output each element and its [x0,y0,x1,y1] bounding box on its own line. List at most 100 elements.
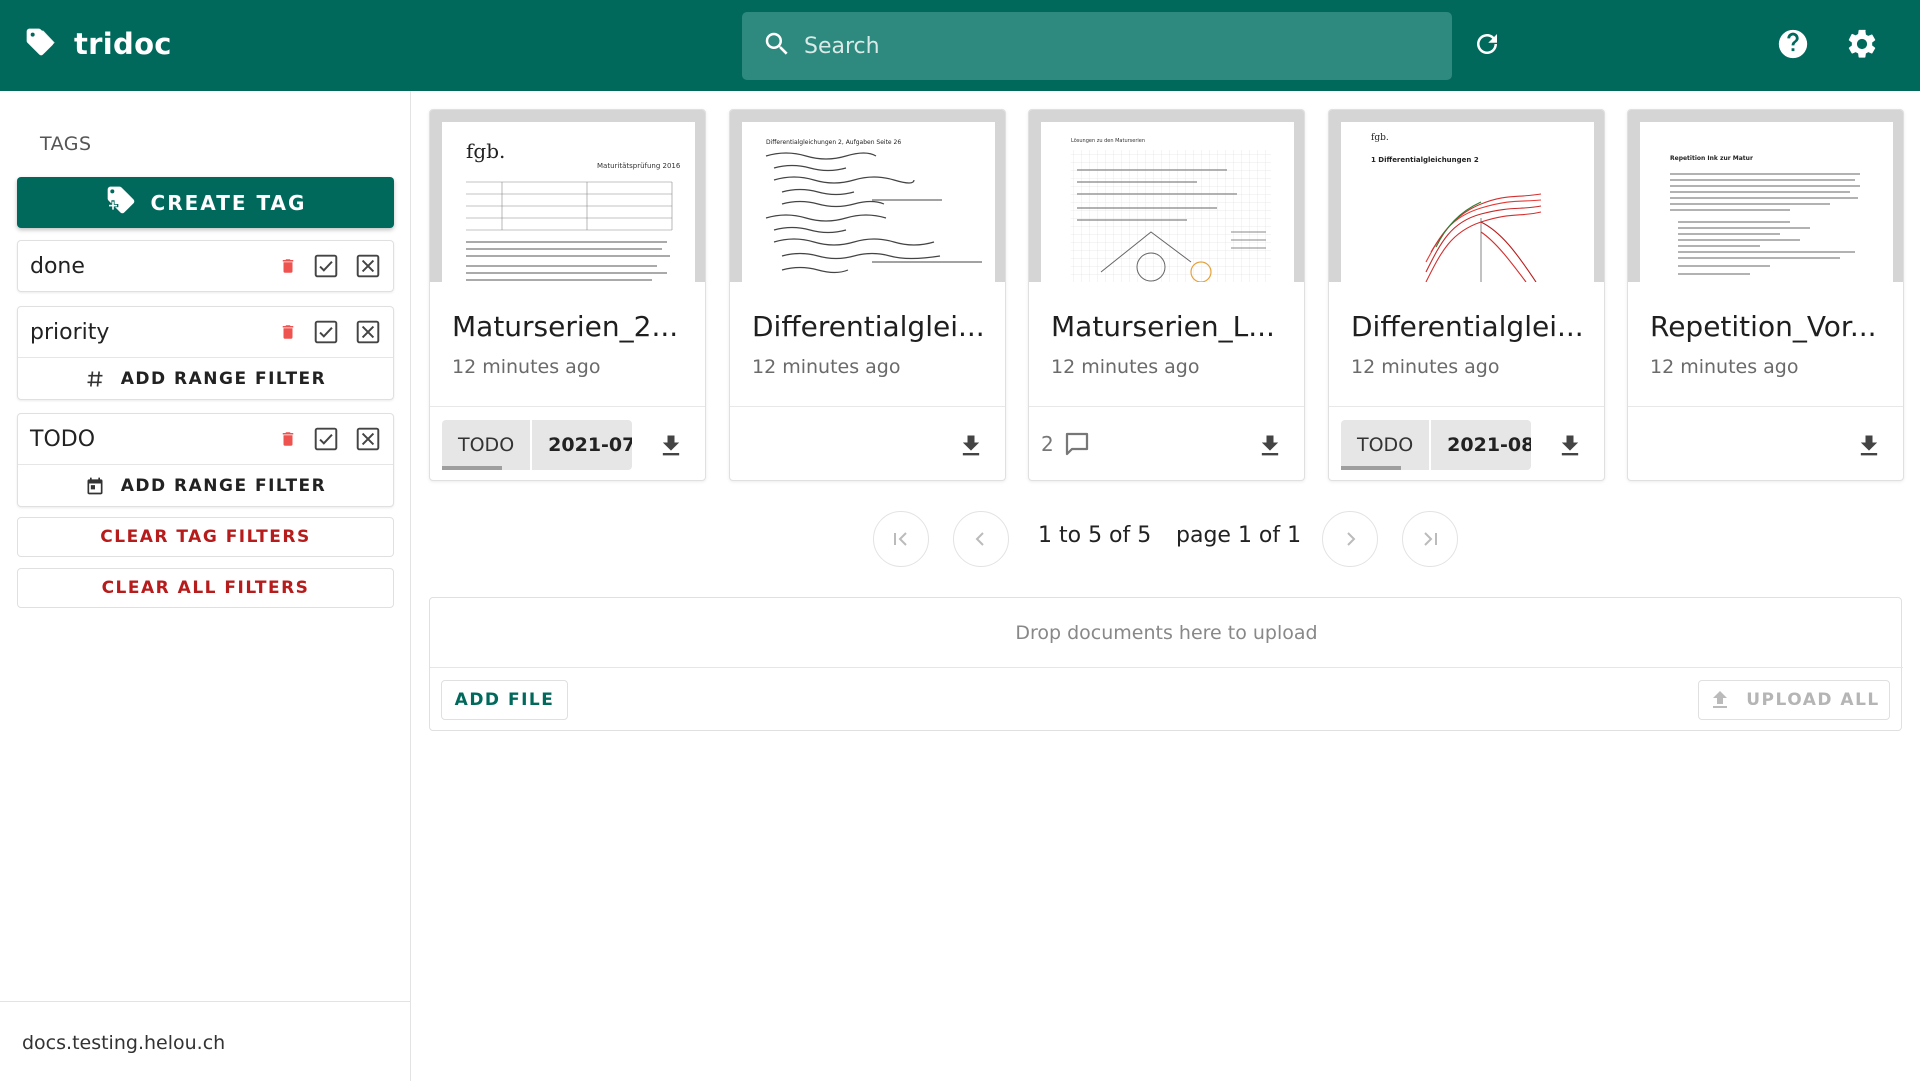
gear-icon [1845,27,1879,65]
create-tag-label: CREATE TAG [150,190,307,215]
check-box-icon [314,427,338,451]
add-range-filter-label: ADD RANGE FILTER [120,475,327,496]
add-range-filter-label: ADD RANGE FILTER [120,368,327,389]
document-footer [1628,406,1903,480]
create-tag-button[interactable]: CREATE TAG [17,177,394,228]
download-icon [1860,435,1878,456]
document-thumbnail[interactable]: fgb. Maturitätsprüfung 2016 [430,110,705,282]
download-button[interactable] [957,431,985,461]
thumbnail-heading: 1 Differentialgleichungen 2 [1371,156,1479,164]
upload-area[interactable]: Drop documents here to upload ADD FILE U… [429,597,1903,731]
first-page-button[interactable] [873,511,929,567]
document-thumbnail[interactable]: Lösungen zu den Maturserien [1029,110,1304,282]
previous-page-button[interactable] [953,511,1009,567]
tag-chip[interactable]: TODO [442,420,533,470]
document-card[interactable]: fgb. 1 Differentialgleichungen 2 Differe… [1328,109,1605,481]
close-box-icon [356,254,380,278]
pagination-page: page 1 of 1 [1176,523,1302,548]
document-card[interactable]: fgb. Maturitätsprüfung 2016 Maturserien_… [429,109,706,481]
help-icon [1776,27,1810,65]
clear-tag-filters-button[interactable]: CLEAR TAG FILTERS [17,517,394,557]
tag-row: TODO [18,414,393,464]
document-time: 12 minutes ago [1650,356,1799,378]
tag-value-chip[interactable]: 2021-08 [1431,420,1531,470]
settings-button[interactable] [1843,27,1881,65]
exclude-filter-checkbox[interactable] [355,253,381,279]
search-input[interactable] [804,33,1404,59]
document-card[interactable]: Repetition Ink zur Matur Repetition_Vor.… [1627,109,1904,481]
upload-all-label: UPLOAD ALL [1746,690,1880,710]
tag-card-todo: TODO ADD RANGE FILTER [17,413,394,507]
help-button[interactable] [1774,27,1812,65]
document-time: 12 minutes ago [1051,356,1200,378]
tag-row: priority [18,307,393,357]
calendar-icon [85,476,105,496]
upload-all-button[interactable]: UPLOAD ALL [1698,680,1890,720]
document-card[interactable]: Differentialgleichungen 2, Aufgaben Seit… [729,109,1006,481]
next-page-button[interactable] [1322,511,1378,567]
download-icon [662,435,680,456]
tag-chip-underline [442,466,502,470]
document-card[interactable]: Lösungen zu den Maturserien Maturserien_… [1028,109,1305,481]
comment-icon [1065,432,1088,456]
last-page-icon [1424,532,1437,546]
document-time: 12 minutes ago [1351,356,1500,378]
check-box-icon [314,320,338,344]
document-title[interactable]: Repetition_Vor... [1650,310,1877,343]
tag-card-done: done [17,240,394,292]
thumbnail-logo: fgb. [1371,133,1389,143]
document-time: 12 minutes ago [452,356,601,378]
include-filter-checkbox[interactable] [313,426,339,452]
upload-icon [1713,691,1728,708]
thumbnail-heading: Differentialgleichungen 2, Aufgaben Seit… [766,139,901,146]
document-title[interactable]: Differentialglei... [1351,310,1584,343]
document-title[interactable]: Differentialglei... [752,310,985,343]
document-thumbnail[interactable]: Repetition Ink zur Matur [1628,110,1903,282]
document-thumbnail[interactable]: Differentialgleichungen 2, Aufgaben Seit… [730,110,1005,282]
add-range-filter-button[interactable]: ADD RANGE FILTER [18,464,393,506]
clear-all-filters-button[interactable]: CLEAR ALL FILTERS [17,568,394,608]
search-bar[interactable] [742,12,1452,80]
download-button[interactable] [1855,431,1883,461]
tags-heading: TAGS [40,133,92,155]
add-file-button[interactable]: ADD FILE [441,680,568,720]
comments-button[interactable]: 2 [1041,429,1092,459]
app-header: tridoc [0,0,1920,91]
tag-chip[interactable]: TODO [1341,420,1432,470]
download-button[interactable] [657,431,685,461]
tag-name: TODO [30,426,96,452]
refresh-icon [1472,29,1502,63]
add-range-filter-button[interactable]: ADD RANGE FILTER [18,357,393,399]
thumbnail-heading: Repetition Ink zur Matur [1670,155,1753,162]
include-filter-checkbox[interactable] [313,319,339,345]
document-footer: TODO 2021-07 [430,406,705,480]
brand[interactable]: tridoc [24,26,172,62]
check-box-icon [314,254,338,278]
tag-card-priority: priority ADD RANGE FILTER [17,306,394,400]
last-page-button[interactable] [1402,511,1458,567]
exclude-filter-checkbox[interactable] [355,426,381,452]
tag-chips: TODO 2021-08 [1341,420,1531,470]
refresh-button[interactable] [1468,27,1506,65]
document-footer: TODO 2021-08 [1329,406,1604,480]
tag-value-chip[interactable]: 2021-07 [532,420,632,470]
document-title[interactable]: Maturserien_L... [1051,310,1275,343]
chevron-left-icon [975,532,984,546]
document-title[interactable]: Maturserien_2... [452,310,678,343]
download-button[interactable] [1556,431,1584,461]
document-thumbnail[interactable]: fgb. 1 Differentialgleichungen 2 [1329,110,1604,282]
pagination-range: 1 to 5 of 5 [1038,523,1152,548]
tag-chips: TODO 2021-07 [442,420,632,470]
download-icon [1561,435,1579,456]
exclude-filter-checkbox[interactable] [355,319,381,345]
delete-tag-button[interactable] [279,256,297,276]
delete-tag-button[interactable] [279,322,297,342]
sidebar-footer: docs.testing.helou.ch [0,1001,410,1081]
delete-tag-button[interactable] [279,429,297,449]
include-filter-checkbox[interactable] [313,253,339,279]
download-button[interactable] [1256,431,1284,461]
tag-name: done [30,253,85,279]
document-time: 12 minutes ago [752,356,901,378]
download-icon [1261,435,1279,456]
drop-zone[interactable]: Drop documents here to upload [430,598,1903,668]
